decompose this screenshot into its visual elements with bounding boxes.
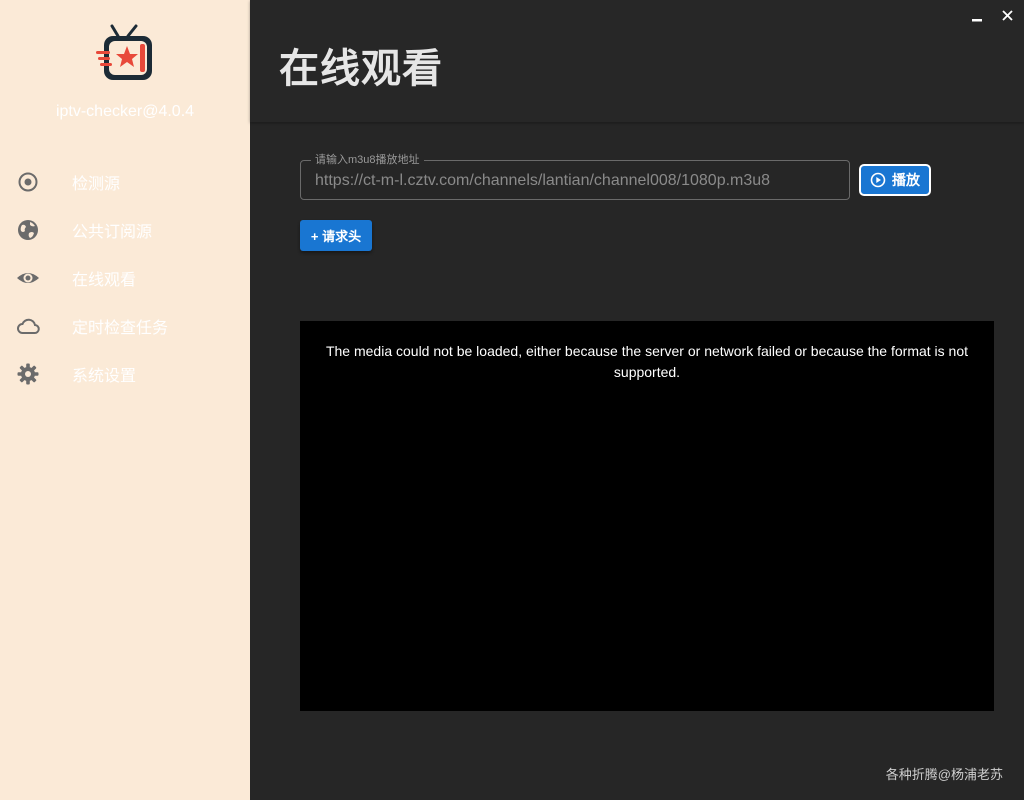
play-circle-icon (870, 172, 886, 188)
app-window: iptv-checker@4.0.4 检测源 公共订阅源 在线观看 定时检查任务… (0, 0, 1024, 800)
main-content: 在线观看 请输入m3u8播放地址 播放 + 请求头 The media coul… (250, 0, 1024, 800)
radio-target-icon (18, 172, 38, 192)
m3u8-url-input[interactable] (313, 161, 845, 201)
sidebar-item-settings[interactable]: 系统设置 (0, 350, 250, 398)
sidebar-item-public-subscriptions[interactable]: 公共订阅源 (0, 206, 250, 254)
globe-icon (18, 220, 38, 240)
app-version: iptv-checker@4.0.4 (55, 103, 195, 120)
sidebar-item-scheduled-tasks[interactable]: 定时检查任务 (0, 302, 250, 350)
sidebar-item-label: 公共订阅源 (72, 224, 153, 241)
sidebar-item-label: 在线观看 (72, 272, 137, 289)
sidebar-nav: 检测源 公共订阅源 在线观看 定时检查任务 系统设置 (0, 158, 250, 398)
sidebar-item-label: 系统设置 (72, 368, 137, 385)
tv-star-logo-icon (96, 24, 152, 80)
gear-icon (17, 363, 39, 385)
page-header: 在线观看 (250, 0, 1024, 122)
m3u8-url-field: 请输入m3u8播放地址 (300, 152, 850, 201)
sidebar-item-check-source[interactable]: 检测源 (0, 158, 250, 206)
cloud-icon (17, 318, 40, 334)
close-icon[interactable] (998, 6, 1018, 26)
video-player[interactable]: The media could not be loaded, either be… (300, 321, 994, 711)
sidebar-item-label: 定时检查任务 (72, 320, 169, 337)
page-title: 在线观看 (279, 47, 443, 91)
eye-icon (17, 273, 39, 283)
add-request-header-button[interactable]: + 请求头 (300, 220, 372, 251)
play-button[interactable]: 播放 (859, 164, 931, 196)
sidebar-item-label: 检测源 (72, 176, 121, 193)
minimize-icon[interactable] (968, 6, 988, 26)
sidebar: iptv-checker@4.0.4 检测源 公共订阅源 在线观看 定时检查任务… (0, 0, 250, 800)
sidebar-item-watch-online[interactable]: 在线观看 (0, 254, 250, 302)
video-error-message: The media could not be loaded, either be… (325, 343, 969, 380)
play-button-label: 播放 (892, 172, 920, 188)
footer-credit: 各种折腾@杨浦老苏 (885, 767, 1003, 782)
